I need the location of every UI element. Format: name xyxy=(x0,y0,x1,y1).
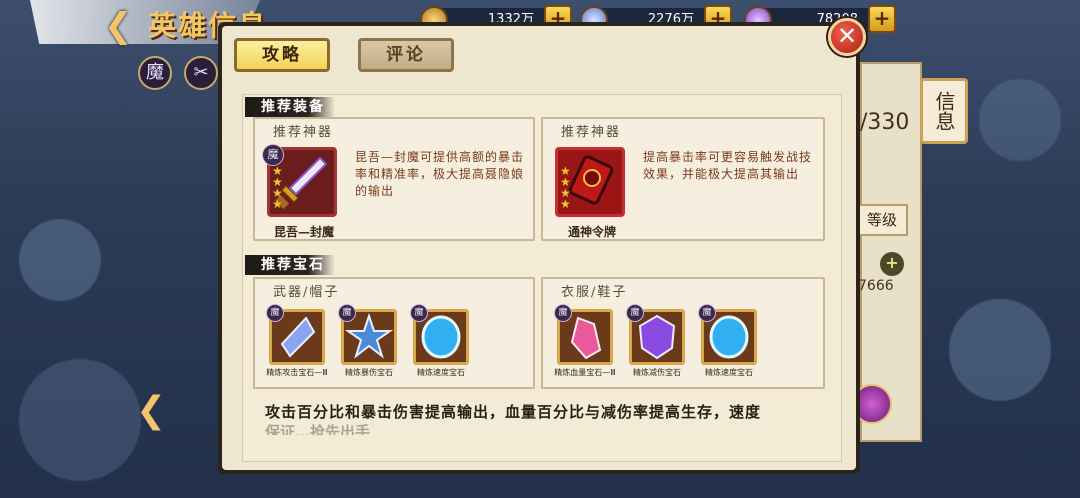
strategy-dialog: 攻略 评论 推荐装备 推荐神器 魔 ★ ★ ★ ★ 昆吾—封魔 昆吾—封魔可提供… xyxy=(218,22,860,474)
grade-button[interactable]: 等级 xyxy=(856,204,908,236)
stat-number: 7666 xyxy=(858,278,894,294)
gem-slot[interactable]: 魔 xyxy=(410,304,469,365)
close-button[interactable]: ✕ xyxy=(828,18,866,56)
mo-badge: 魔 xyxy=(338,304,356,322)
item-description: 昆吾—封魔可提供高额的暴击率和精准率，极大提高聂隐娘的输出 xyxy=(355,150,525,198)
mo-badge: 魔 xyxy=(698,304,716,322)
gem-label: 精炼速度宝石 xyxy=(705,368,753,377)
mo-badge: 魔 xyxy=(262,144,284,166)
mo-badge: 魔 xyxy=(626,304,644,322)
card-title: 衣服/鞋子 xyxy=(561,285,628,300)
star-icon: ★ xyxy=(560,197,571,211)
gem-label: 精炼暴伤宝石 xyxy=(345,368,393,377)
gem-group-armor: 衣服/鞋子 魔 精炼血量宝石—Ⅲ 魔 精炼减伤宝石 魔 精炼速度宝石 xyxy=(541,277,825,389)
gem-label: 精炼减伤宝石 xyxy=(633,368,681,377)
gem-slot[interactable]: 魔 xyxy=(554,304,613,365)
left-arrow-icon[interactable]: ❮ xyxy=(136,390,166,431)
gem-slot[interactable]: 魔 xyxy=(266,304,325,365)
level-text: /330 xyxy=(860,110,910,135)
tab-strategy[interactable]: 攻略 xyxy=(234,38,330,72)
info-tab[interactable]: 信息 xyxy=(920,78,968,144)
mo-badge: 魔 xyxy=(554,304,572,322)
section-header-gems: 推荐宝石 xyxy=(245,255,335,275)
item-name: 通神令牌 xyxy=(567,225,616,239)
gem-slot[interactable]: 魔 xyxy=(626,304,685,365)
dialog-body: 攻略 评论 推荐装备 推荐神器 魔 ★ ★ ★ ★ 昆吾—封魔 昆吾—封魔可提供… xyxy=(222,26,856,470)
scissors-icon: ✂ xyxy=(184,56,218,90)
gem-label: 精炼速度宝石 xyxy=(417,368,465,377)
card-title: 武器/帽子 xyxy=(273,285,340,300)
star-icon: ★ xyxy=(272,197,283,211)
gem-label: 精炼血量宝石—Ⅲ xyxy=(554,368,616,377)
mo-badge: 魔 xyxy=(410,304,428,322)
gem-label: 精炼攻击宝石—Ⅲ xyxy=(266,368,328,377)
tab-comments[interactable]: 评论 xyxy=(358,38,454,72)
item-name: 昆吾—封魔 xyxy=(273,225,334,239)
element-badge: 魔 xyxy=(138,56,172,90)
gem-group-weapon: 武器/帽子 魔 精炼攻击宝石—Ⅲ 魔 精炼暴伤宝石 魔 精炼速度宝石 xyxy=(253,277,535,389)
star-rating: ★ ★ ★ ★ xyxy=(272,165,286,211)
equipment-card-2: 推荐神器 ★ ★ ★ ★ 通神令牌 提高暴击率可更容易触发战技效果，并能极大提高… xyxy=(541,117,825,241)
strategy-content: 推荐装备 推荐神器 魔 ★ ★ ★ ★ 昆吾—封魔 昆吾—封魔可提供高额的暴击率… xyxy=(242,94,842,462)
star-rating: ★ ★ ★ ★ xyxy=(560,165,574,211)
gem-slot[interactable]: 魔 xyxy=(338,304,397,365)
token-icon[interactable]: ★ ★ ★ ★ xyxy=(555,147,625,217)
back-arrow-icon[interactable]: ❮ xyxy=(104,8,140,44)
equipment-card-1: 推荐神器 魔 ★ ★ ★ ★ 昆吾—封魔 昆吾—封魔可提供高额的暴击率和精准率，… xyxy=(253,117,535,241)
strategy-summary-continued: 保证…抢先出手 xyxy=(265,423,371,435)
plus-icon[interactable]: + xyxy=(880,252,904,276)
section-header-equipment: 推荐装备 xyxy=(245,97,335,117)
card-title: 推荐神器 xyxy=(273,125,334,140)
gem-slot[interactable]: 魔 xyxy=(698,304,757,365)
mo-badge: 魔 xyxy=(266,304,284,322)
sword-icon[interactable]: 魔 ★ ★ ★ ★ xyxy=(262,144,337,217)
add-gem-button[interactable]: + xyxy=(868,5,896,33)
item-description: 提高暴击率可更容易触发战技效果，并能极大提高其输出 xyxy=(643,150,813,181)
card-title: 推荐神器 xyxy=(561,125,622,140)
